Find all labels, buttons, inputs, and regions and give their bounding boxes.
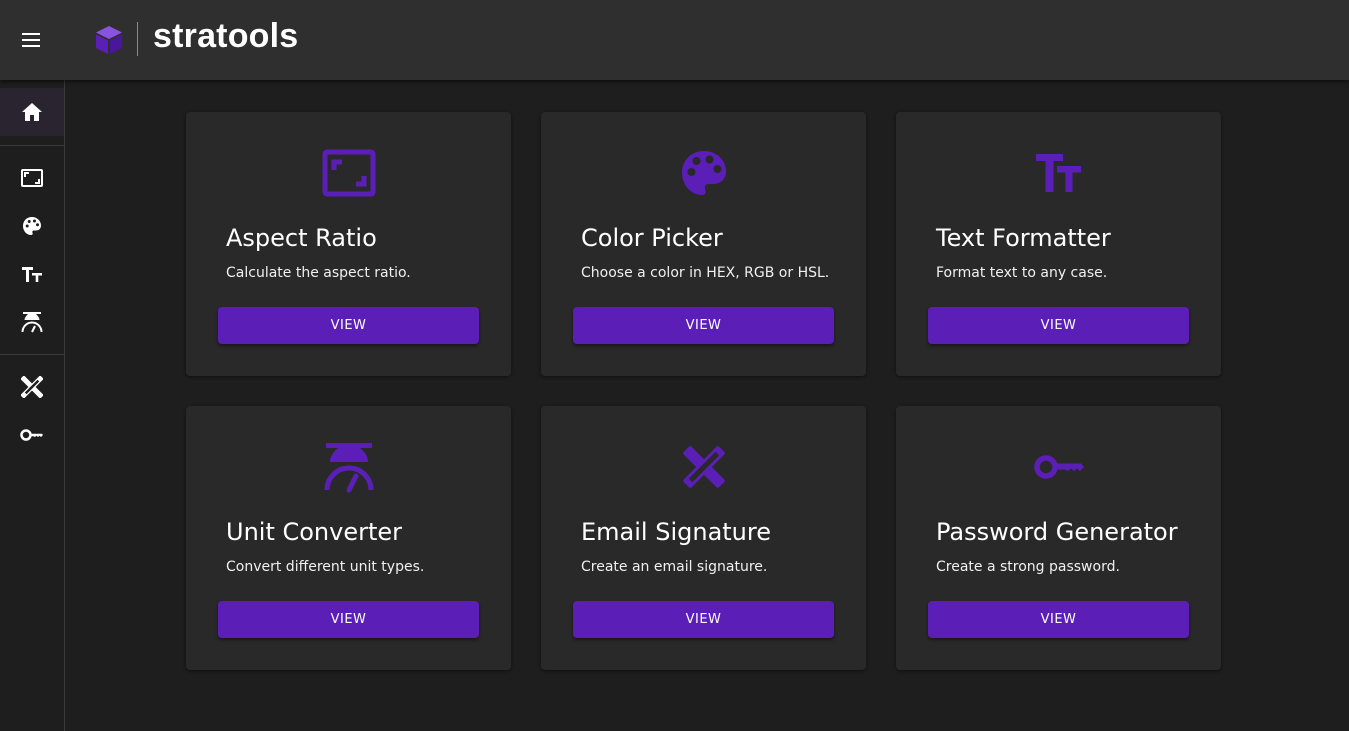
card-description: Choose a color in HEX, RGB or HSL. bbox=[581, 265, 830, 281]
tool-card-text-formatter: Text Formatter Format text to any case. … bbox=[896, 112, 1221, 376]
view-button[interactable]: VIEW bbox=[573, 307, 834, 344]
view-button[interactable]: VIEW bbox=[928, 307, 1189, 344]
nav-item-color-picker[interactable] bbox=[0, 202, 64, 250]
home-icon bbox=[22, 103, 42, 121]
hamburger-menu-icon bbox=[22, 33, 40, 47]
brand-name[interactable]: stratools bbox=[153, 17, 298, 56]
tool-card-unit-converter: Unit Converter Convert different unit ty… bbox=[186, 406, 511, 670]
view-button[interactable]: VIEW bbox=[928, 601, 1189, 638]
aspect-ratio-icon bbox=[322, 149, 376, 197]
key-icon bbox=[20, 429, 43, 441]
tool-card-color-picker: Color Picker Choose a color in HEX, RGB … bbox=[541, 112, 866, 376]
key-icon bbox=[1034, 455, 1084, 479]
card-title: Email Signature bbox=[581, 518, 771, 546]
scale-icon bbox=[324, 443, 374, 493]
nav-item-password-generator[interactable] bbox=[0, 411, 64, 459]
card-title: Text Formatter bbox=[936, 224, 1111, 252]
view-button[interactable]: VIEW bbox=[218, 601, 479, 638]
card-title: Aspect Ratio bbox=[226, 224, 377, 252]
tool-card-email-signature: Email Signature Create an email signatur… bbox=[541, 406, 866, 670]
scale-icon bbox=[21, 312, 43, 333]
design-services-icon bbox=[683, 446, 725, 488]
card-description: Format text to any case. bbox=[936, 265, 1108, 281]
side-navigation bbox=[0, 80, 65, 731]
card-description: Create a strong password. bbox=[936, 559, 1120, 575]
card-title: Password Generator bbox=[936, 518, 1178, 546]
view-button[interactable]: VIEW bbox=[573, 601, 834, 638]
nav-item-email-signature[interactable] bbox=[0, 363, 64, 411]
card-description: Create an email signature. bbox=[581, 559, 768, 575]
card-description: Calculate the aspect ratio. bbox=[226, 265, 411, 281]
card-description: Convert different unit types. bbox=[226, 559, 425, 575]
logo-divider bbox=[137, 22, 138, 56]
app-bar: stratools bbox=[0, 0, 1349, 80]
nav-divider bbox=[0, 145, 64, 146]
text-fields-icon bbox=[22, 267, 42, 282]
tool-card-password-generator: Password Generator Create a strong passw… bbox=[896, 406, 1221, 670]
nav-item-aspect-ratio[interactable] bbox=[0, 154, 64, 202]
palette-icon bbox=[682, 151, 726, 195]
text-fields-icon bbox=[1036, 154, 1081, 192]
cube-logo-icon bbox=[96, 26, 122, 54]
card-title: Unit Converter bbox=[226, 518, 403, 546]
nav-item-home[interactable] bbox=[0, 88, 64, 136]
design-services-icon bbox=[21, 376, 43, 398]
palette-icon bbox=[23, 217, 41, 235]
nav-divider bbox=[0, 354, 64, 355]
card-title: Color Picker bbox=[581, 224, 723, 252]
view-button[interactable]: VIEW bbox=[218, 307, 479, 344]
aspect-ratio-icon bbox=[21, 169, 43, 187]
nav-item-unit-converter[interactable] bbox=[0, 298, 64, 346]
nav-item-text-formatter[interactable] bbox=[0, 250, 64, 298]
menu-button[interactable] bbox=[16, 24, 48, 56]
tool-card-aspect-ratio: Aspect Ratio Calculate the aspect ratio.… bbox=[186, 112, 511, 376]
